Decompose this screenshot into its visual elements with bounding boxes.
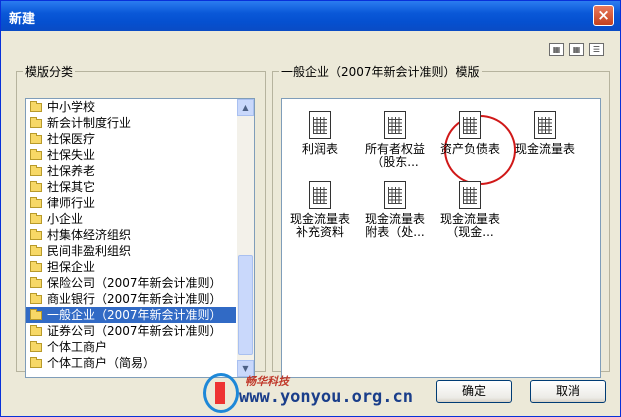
folder-icon — [30, 100, 42, 112]
category-listbox[interactable]: 中小学校新会计制度行业 社保医疗社保失业社保养老社保其它律师行业小企业村集体经济组… — [25, 98, 255, 378]
template-item[interactable]: 现金流量表 补充资料 — [284, 181, 356, 239]
view-mode-toolbar: ▦ ▦ ☰ — [549, 43, 604, 56]
template-label: 资产负债表 — [439, 142, 500, 156]
template-item[interactable]: 利润表 — [284, 111, 356, 156]
category-item-label: 社保失业 — [47, 148, 96, 162]
category-item-label: 社保养老 — [47, 164, 96, 178]
category-item-label: 证券公司（2007年新会计准则） — [47, 324, 222, 338]
category-item[interactable]: 社保其它 — [26, 179, 236, 195]
category-item-label: 社保医疗 — [47, 132, 96, 146]
folder-icon — [30, 340, 42, 352]
template-group: 一般企业（2007年新会计准则）模版 利润表 所有者权益 （股东... 资产负债表 现金… — [272, 63, 610, 378]
category-item[interactable]: 个体工商户 — [26, 339, 236, 355]
category-item-label: 商业银行（2007年新会计准则） — [47, 292, 222, 306]
category-item[interactable]: 村集体经济组织 — [26, 227, 236, 243]
category-item-label: 保险公司（2007年新会计准则） — [47, 276, 222, 290]
template-label: 补充资料 — [295, 225, 344, 239]
category-item[interactable]: 社保失业 — [26, 147, 236, 163]
category-item-label: 中小学校 — [47, 100, 96, 114]
close-button[interactable]: × — [593, 5, 614, 26]
ok-button[interactable]: 确定 — [436, 380, 512, 403]
spreadsheet-document-icon — [459, 111, 481, 139]
new-dialog: 新建 × ▦ ▦ ☰ 模版分类 中小学校新会计制度行业 社保医疗社保失业社保养老社… — [0, 0, 621, 417]
folder-icon — [30, 260, 42, 272]
category-item-label: 个体工商户 — [47, 340, 108, 354]
folder-icon — [30, 228, 42, 240]
details-view-icon[interactable]: ☰ — [589, 43, 604, 56]
category-item[interactable]: 小企业 — [26, 211, 236, 227]
category-item[interactable]: 商业银行（2007年新会计准则） — [26, 291, 236, 307]
category-item[interactable]: 担保企业 — [26, 259, 236, 275]
folder-icon — [30, 116, 42, 128]
watermark-url: www.yonyou.org.cn — [239, 387, 413, 407]
category-item-label: 律师行业 — [47, 196, 96, 210]
category-item[interactable]: 个体工商户（简易） — [26, 355, 236, 371]
template-label: （股东... — [371, 155, 419, 169]
template-legend: 一般企业（2007年新会计准则）模版 — [281, 65, 480, 79]
folder-icon — [30, 212, 42, 224]
template-category-group: 模版分类 中小学校新会计制度行业 社保医疗社保失业社保养老社保其它律师行业小企业村… — [16, 63, 266, 378]
folder-icon — [30, 356, 42, 368]
category-list: 中小学校新会计制度行业 社保医疗社保失业社保养老社保其它律师行业小企业村集体经济组… — [26, 99, 236, 371]
category-item-label: 个体工商户（简易） — [47, 356, 156, 370]
spreadsheet-document-icon — [534, 111, 556, 139]
category-item-label: 担保企业 — [47, 260, 96, 274]
category-item[interactable]: 社保医疗 — [26, 131, 236, 147]
template-icon-pane: 利润表 所有者权益 （股东... 资产负债表 现金流量表现金流量表 补充资料 现金流量表 附表… — [281, 98, 601, 378]
category-item[interactable]: 中小学校 — [26, 99, 236, 115]
folder-icon — [30, 244, 42, 256]
spreadsheet-document-icon — [309, 181, 331, 209]
scroll-thumb[interactable] — [238, 255, 253, 355]
template-label: 现金流量表 — [514, 142, 575, 156]
folder-icon — [30, 164, 42, 176]
folder-icon — [30, 196, 42, 208]
category-item-label: 小企业 — [47, 212, 84, 226]
category-item-label: 一般企业（2007年新会计准则） — [47, 308, 222, 322]
template-label: 利润表 — [301, 142, 338, 156]
category-item[interactable]: 民间非盈利组织 — [26, 243, 236, 259]
spreadsheet-document-icon — [384, 181, 406, 209]
category-item-label: 社保其它 — [47, 180, 96, 194]
spreadsheet-document-icon — [309, 111, 331, 139]
watermark-logo-icon — [203, 373, 239, 413]
template-item[interactable]: 现金流量表 （现金... — [434, 181, 506, 239]
category-legend: 模版分类 — [25, 65, 74, 79]
small-icons-view-icon[interactable]: ▦ — [569, 43, 584, 56]
category-item[interactable]: 律师行业 — [26, 195, 236, 211]
template-item[interactable]: 所有者权益 （股东... — [359, 111, 431, 169]
category-item[interactable]: 保险公司（2007年新会计准则） — [26, 275, 236, 291]
category-item-label: 村集体经济组织 — [47, 228, 132, 242]
large-icons-view-icon[interactable]: ▦ — [549, 43, 564, 56]
folder-icon — [30, 276, 42, 288]
template-item[interactable]: 现金流量表 附表（处... — [359, 181, 431, 239]
category-scrollbar[interactable]: ▲ ▼ — [237, 99, 254, 377]
template-item[interactable]: 资产负债表 — [434, 111, 506, 156]
category-item[interactable]: 社保养老 — [26, 163, 236, 179]
folder-icon — [30, 324, 42, 336]
folder-icon — [30, 308, 42, 320]
title-bar[interactable]: 新建 × — [1, 1, 620, 31]
template-item[interactable]: 现金流量表 — [509, 111, 581, 156]
folder-icon — [30, 132, 42, 144]
folder-icon — [30, 292, 42, 304]
category-item-label: 新会计制度行业 — [47, 116, 132, 130]
window-title: 新建 — [9, 12, 36, 27]
template-label: 附表（处... — [365, 225, 425, 239]
scroll-up-button[interactable]: ▲ — [237, 99, 254, 116]
folder-icon — [30, 180, 42, 192]
cancel-button[interactable]: 取消 — [530, 380, 606, 403]
category-item-label: 民间非盈利组织 — [47, 244, 132, 258]
watermark: 畅华科技 www.yonyou.org.cn — [201, 373, 441, 415]
spreadsheet-document-icon — [384, 111, 406, 139]
category-item[interactable]: 一般企业（2007年新会计准则） — [26, 307, 236, 323]
spreadsheet-document-icon — [459, 181, 481, 209]
template-label: （现金... — [446, 225, 494, 239]
category-item[interactable]: 新会计制度行业 — [26, 115, 236, 131]
category-item[interactable]: 证券公司（2007年新会计准则） — [26, 323, 236, 339]
folder-icon — [30, 148, 42, 160]
